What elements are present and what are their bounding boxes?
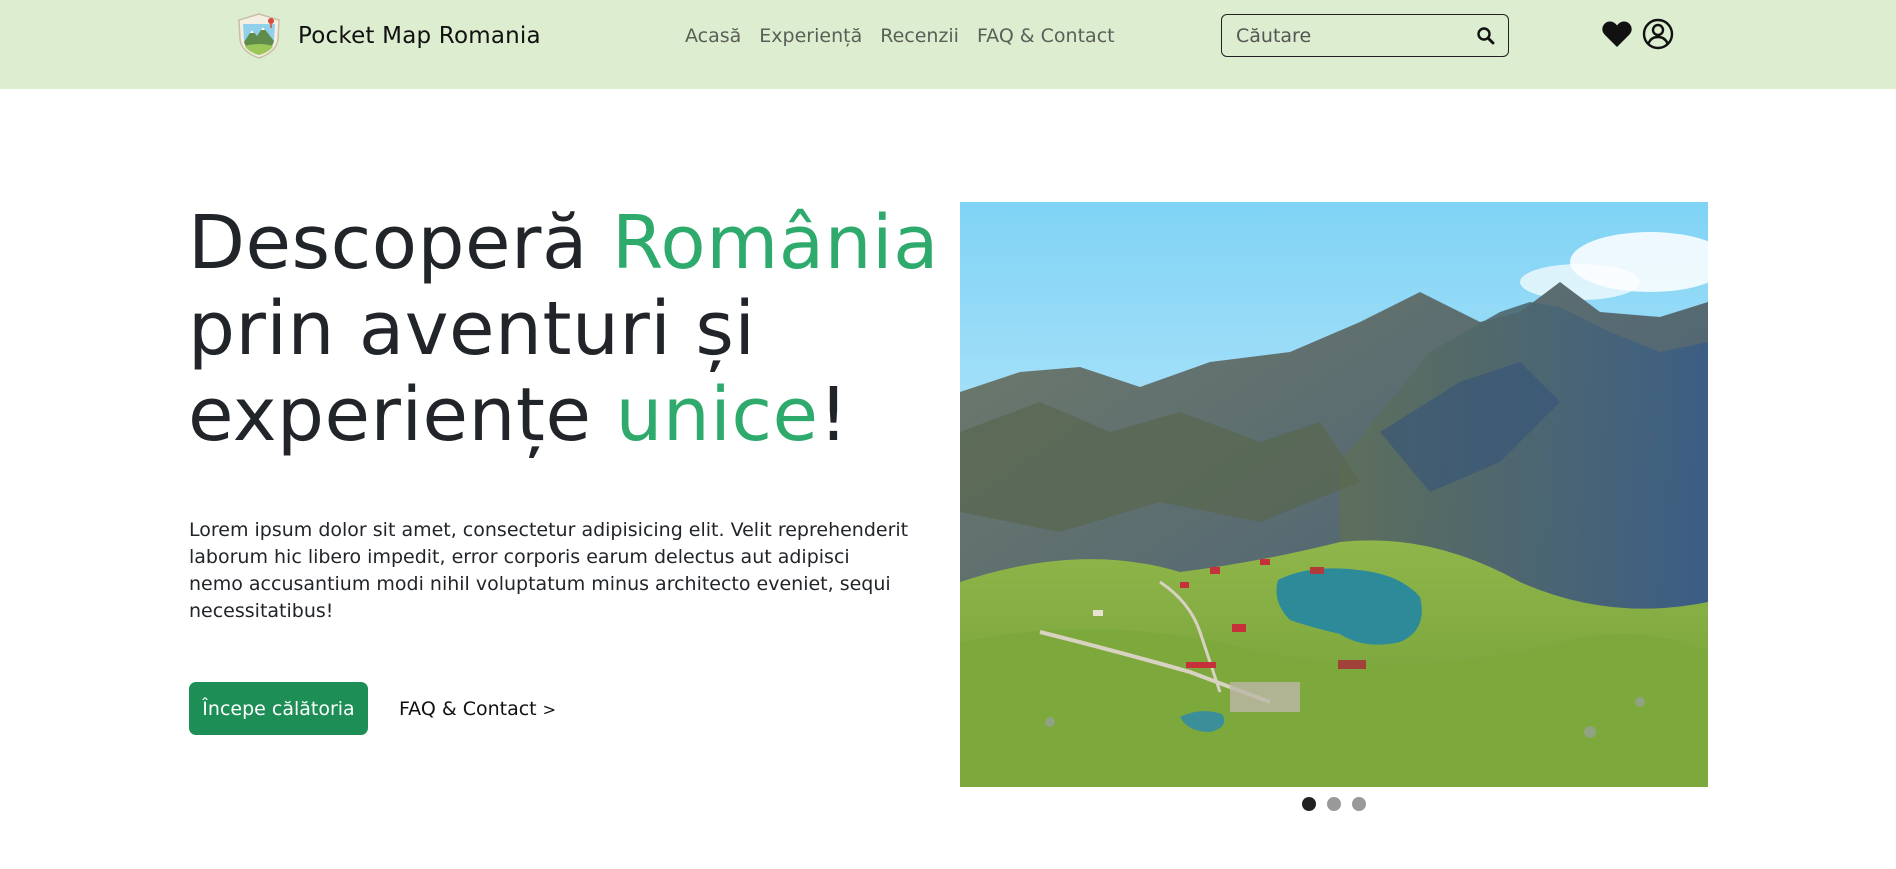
hero-description: Lorem ipsum dolor sit amet, consectetur … xyxy=(189,519,909,622)
account-button[interactable] xyxy=(1641,17,1675,51)
nav-link-recenzii[interactable]: Recenzii xyxy=(880,25,959,47)
carousel-indicators xyxy=(1302,797,1377,811)
carousel-slide-image xyxy=(960,202,1708,787)
hero-title: Descoperă România prin aventuri și experie… xyxy=(188,200,968,458)
faq-contact-link-label: FAQ & Contact xyxy=(399,698,537,720)
nav-link-experienta[interactable]: Experiență xyxy=(759,25,862,47)
hero-title-part3: experiențe xyxy=(188,372,616,458)
navbar: Pocket Map Romania Acasă Experiență Rece… xyxy=(0,0,1896,89)
brand-logo-icon xyxy=(238,13,280,59)
search-button[interactable] xyxy=(1474,24,1498,48)
hero-title-accent-romania: România xyxy=(611,200,939,286)
search-icon xyxy=(1477,27,1495,45)
nav-link-acasa[interactable]: Acasă xyxy=(685,25,741,47)
nav-link-faq-contact[interactable]: FAQ & Contact xyxy=(977,25,1115,47)
chevron-right-icon: > xyxy=(542,699,557,719)
search-box xyxy=(1221,14,1509,57)
nav-links: Acasă Experiență Recenzii FAQ & Contact xyxy=(685,22,1133,50)
start-journey-button[interactable]: Începe călătoria xyxy=(189,682,368,735)
carousel-indicator-3[interactable] xyxy=(1352,797,1366,811)
hero-title-part2: prin aventuri și xyxy=(188,286,756,372)
faq-contact-link[interactable]: FAQ & Contact > xyxy=(399,694,556,724)
hero-title-end: ! xyxy=(818,372,849,458)
favorites-button[interactable] xyxy=(1600,17,1634,51)
heart-icon xyxy=(1602,21,1632,47)
hero-title-accent-unice: unice xyxy=(615,372,819,458)
hero-carousel[interactable] xyxy=(960,202,1708,787)
carousel-indicator-1[interactable] xyxy=(1302,797,1316,811)
brand-link[interactable]: Pocket Map Romania xyxy=(234,12,541,60)
brand-name: Pocket Map Romania xyxy=(298,23,541,49)
user-icon xyxy=(1642,18,1674,50)
carousel-indicator-2[interactable] xyxy=(1327,797,1341,811)
hero-title-part1: Descoperă xyxy=(188,200,612,286)
search-input[interactable] xyxy=(1236,23,1466,49)
